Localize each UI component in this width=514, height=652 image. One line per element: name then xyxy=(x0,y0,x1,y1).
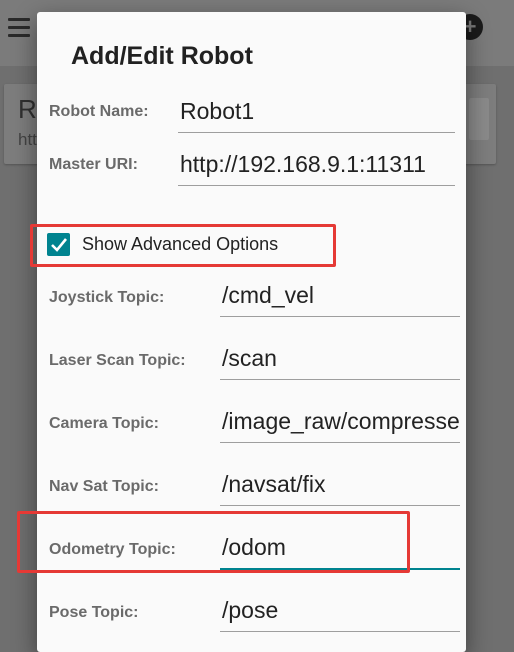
camera-topic-label: Camera Topic: xyxy=(49,415,159,432)
nav-sat-topic-field[interactable] xyxy=(220,467,460,506)
nav-sat-topic-label: Nav Sat Topic: xyxy=(49,478,159,495)
joystick-topic-input[interactable] xyxy=(220,278,460,312)
advanced-options-highlight-box xyxy=(30,224,336,267)
background-card-button[interactable] xyxy=(469,98,489,140)
camera-topic-field[interactable] xyxy=(220,404,460,443)
pose-topic-field[interactable] xyxy=(220,593,460,632)
laser-scan-topic-field[interactable] xyxy=(220,341,460,380)
background-card-subtitle: htt xyxy=(18,130,37,149)
robot-name-label: Robot Name: xyxy=(49,103,149,120)
dialog-title: Add/Edit Robot xyxy=(71,42,253,70)
pose-topic-input[interactable] xyxy=(220,593,460,627)
laser-scan-topic-label: Laser Scan Topic: xyxy=(49,352,186,369)
master-uri-input[interactable] xyxy=(178,147,455,181)
joystick-topic-field[interactable] xyxy=(220,278,460,317)
odometry-topic-highlight-box xyxy=(17,511,410,573)
background-card-title: R xyxy=(18,94,37,124)
joystick-topic-label: Joystick Topic: xyxy=(49,289,165,306)
laser-scan-topic-input[interactable] xyxy=(220,341,460,375)
robot-name-input[interactable] xyxy=(178,94,455,128)
menu-icon[interactable] xyxy=(8,18,30,42)
camera-topic-input[interactable] xyxy=(220,404,460,438)
robot-name-field[interactable] xyxy=(178,94,455,133)
nav-sat-topic-input[interactable] xyxy=(220,467,460,501)
master-uri-field[interactable] xyxy=(178,147,455,186)
master-uri-label: Master URI: xyxy=(49,156,138,173)
pose-topic-label: Pose Topic: xyxy=(49,604,139,621)
